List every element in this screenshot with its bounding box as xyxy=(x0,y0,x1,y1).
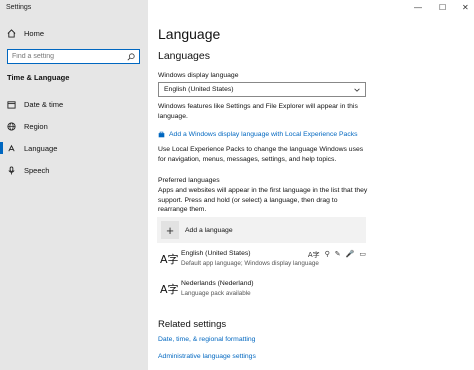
languages-heading: Languages xyxy=(158,50,210,62)
sidebar-item-label: Language xyxy=(24,143,58,153)
chevron-down-icon xyxy=(354,88,360,92)
add-display-language-label: Add a Windows display language with Loca… xyxy=(169,131,358,138)
display-language-dropdown[interactable]: English (United States) xyxy=(158,82,366,97)
add-language-button[interactable]: + Add a language xyxy=(157,217,366,243)
display-language-note: Windows features like Settings and File … xyxy=(158,103,358,120)
globe-icon xyxy=(7,121,16,131)
sidebar-item-speech[interactable]: Speech xyxy=(0,162,148,178)
sidebar-item-label: Speech xyxy=(24,165,50,175)
microphone-icon xyxy=(8,165,15,175)
add-display-language-link[interactable]: Add a Windows display language with Loca… xyxy=(158,131,358,138)
language-item-english[interactable]: A字 English (United States) Default app l… xyxy=(160,250,366,272)
preferred-description: Apps and websites will appear in the fir… xyxy=(158,187,368,213)
sidebar-item-home[interactable]: Home xyxy=(7,29,44,38)
text-to-speech-icon: ⚲ xyxy=(324,250,330,258)
maximize-button[interactable]: ☐ xyxy=(439,3,446,12)
main-content: — ☐ ✕ Language Languages Windows display… xyxy=(148,0,474,370)
display-language-label: Windows display language xyxy=(158,72,239,79)
page-title: Language xyxy=(158,26,221,42)
language-name: English (United States) xyxy=(181,250,251,257)
display-language-value: English (United States) xyxy=(164,86,234,93)
sidebar-item-label: Date & time xyxy=(24,99,64,109)
calendar-icon xyxy=(7,100,16,109)
sidebar-item-language[interactable]: Language xyxy=(0,140,148,156)
language-detail: Language pack available xyxy=(181,290,251,297)
sidebar-home-label: Home xyxy=(24,29,45,38)
sidebar: Settings Home Time & Language Date & tim… xyxy=(0,0,148,370)
sidebar-section-title: Time & Language xyxy=(7,73,70,82)
speech-recognition-icon: 🎤 xyxy=(345,250,355,258)
sidebar-item-region[interactable]: Region xyxy=(0,118,148,134)
language-item-dutch[interactable]: A字 Nederlands (Nederland) Language pack … xyxy=(160,280,366,302)
search-input[interactable] xyxy=(12,53,120,60)
close-button[interactable]: ✕ xyxy=(462,3,469,12)
sidebar-item-date-time[interactable]: Date & time xyxy=(0,96,148,112)
search-icon[interactable] xyxy=(127,53,135,61)
admin-language-settings-link[interactable]: Administrative language settings xyxy=(158,353,256,360)
language-glyph-icon: A字 xyxy=(160,253,179,266)
date-time-regional-link[interactable]: Date, time, & regional formatting xyxy=(158,336,255,343)
related-settings-heading: Related settings xyxy=(158,319,227,330)
preferred-heading: Preferred languages xyxy=(158,177,220,184)
window-title: Settings xyxy=(6,4,32,11)
add-language-label: Add a language xyxy=(185,226,233,234)
language-detail: Default app language; Windows display la… xyxy=(181,260,319,267)
minimize-button[interactable]: — xyxy=(414,3,422,12)
store-icon xyxy=(158,131,165,138)
keyboard-icon: ▭ xyxy=(359,250,366,258)
lxp-description: Use Local Experience Packs to change the… xyxy=(158,146,364,163)
language-feature-icons: A字 ⚲ ✎ 🎤 ▭ xyxy=(308,250,366,260)
language-glyph-icon: A字 xyxy=(160,283,179,296)
handwriting-icon: ✎ xyxy=(334,250,341,258)
search-box[interactable] xyxy=(7,49,140,64)
plus-icon: + xyxy=(161,221,179,239)
language-icon xyxy=(8,144,15,151)
home-icon xyxy=(7,29,16,38)
language-name: Nederlands (Nederland) xyxy=(181,280,254,287)
sidebar-item-label: Region xyxy=(24,121,48,131)
display-language-feature-icon: A字 xyxy=(307,251,320,259)
